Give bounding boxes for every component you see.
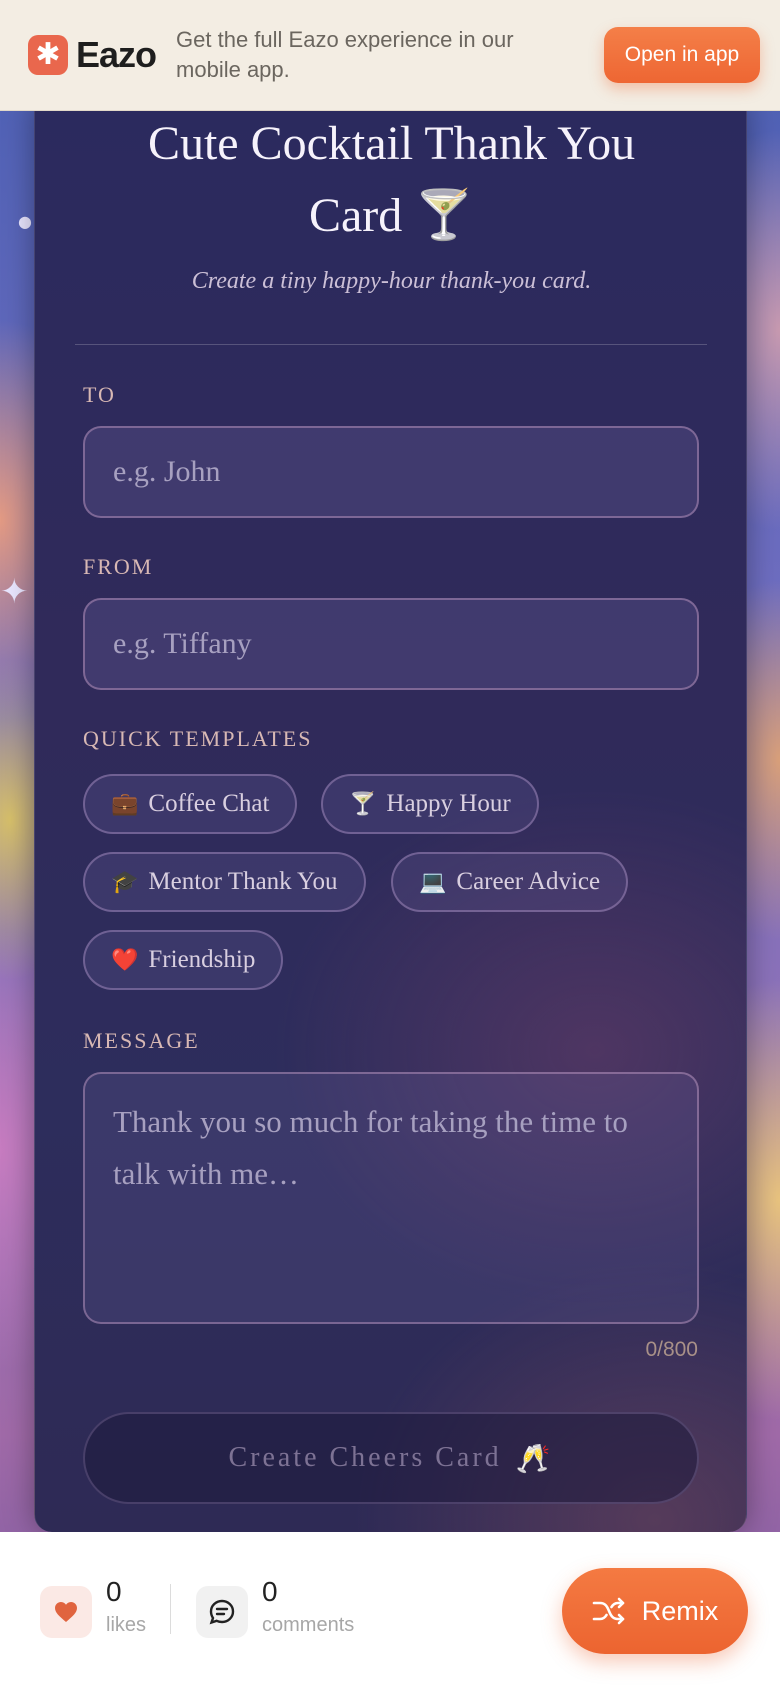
quick-templates-label: QUICK TEMPLATES (83, 726, 313, 751)
cocktail-icon: 🍸 (349, 791, 377, 817)
like-button[interactable] (40, 1586, 92, 1638)
message-textarea[interactable]: Thank you so much for taking the time to… (83, 1072, 699, 1324)
engagement-bar: 0 likes 0 comments Remix (0, 1532, 780, 1688)
from-input[interactable]: e.g. Tiffany (83, 598, 699, 690)
template-chip-mentor-thank-you[interactable]: 🎓 Mentor Thank You (83, 852, 366, 912)
sparkle-icon: ✦ (0, 572, 29, 612)
template-chip-career-advice[interactable]: 💻 Career Advice (391, 852, 629, 912)
from-label: FROM (83, 554, 154, 579)
heart-icon: ❤️ (111, 947, 139, 973)
template-chip-happy-hour[interactable]: 🍸 Happy Hour (321, 774, 539, 834)
laptop-icon: 💻 (419, 869, 447, 895)
message-label: MESSAGE (83, 1028, 200, 1053)
message-placeholder: Thank you so much for taking the time to… (113, 1104, 628, 1191)
app-promo-banner: ✱ Eazo Get the full Eazo experience in o… (0, 0, 780, 111)
banner-message: Get the full Eazo experience in our mobi… (176, 27, 514, 82)
divider (75, 344, 707, 345)
thank-you-card-form: Cute Cocktail Thank You Card 🍸 Create a … (34, 100, 747, 1532)
eazo-logo-icon: ✱ (28, 35, 68, 75)
eazo-logo-text: Eazo (76, 34, 157, 75)
open-in-app-button[interactable]: Open in app (604, 27, 760, 83)
sparkle-icon: ● (18, 212, 32, 231)
template-chip-friendship[interactable]: ❤️ Friendship (83, 930, 284, 990)
graduation-cap-icon: 🎓 (111, 869, 139, 895)
comment-button[interactable] (196, 1586, 248, 1638)
heart-icon (55, 1602, 77, 1622)
page-title: Cute Cocktail Thank You Card 🍸 (147, 117, 636, 242)
character-counter: 0/800 (645, 1338, 698, 1361)
shuffle-icon (592, 1597, 625, 1625)
page-subtitle: Create a tiny happy-hour thank-you card. (191, 268, 592, 294)
clinking-glasses-icon: 🥂 (515, 1441, 554, 1475)
comments-count: 0 (262, 1576, 278, 1607)
to-label: TO (83, 382, 116, 407)
comments-label: comments (262, 1614, 355, 1636)
comment-icon (209, 1599, 235, 1625)
likes-count: 0 (106, 1576, 122, 1607)
briefcase-icon: 💼 (111, 791, 139, 817)
divider (170, 1584, 171, 1634)
likes-label: likes (106, 1614, 147, 1636)
remix-button[interactable]: Remix (562, 1568, 748, 1654)
create-card-button[interactable]: Create Cheers Card 🥂 (83, 1412, 699, 1504)
from-input-placeholder: e.g. Tiffany (113, 627, 252, 660)
to-input-placeholder: e.g. John (113, 455, 221, 488)
to-input[interactable]: e.g. John (83, 426, 699, 518)
template-chip-coffee-chat[interactable]: 💼 Coffee Chat (83, 774, 298, 834)
